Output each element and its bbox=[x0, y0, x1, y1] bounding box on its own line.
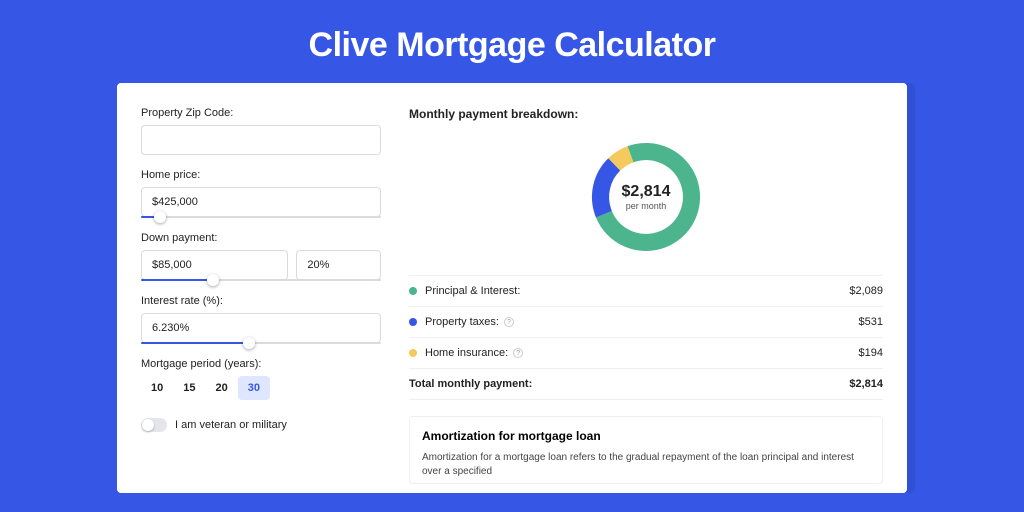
period-btn-10[interactable]: 10 bbox=[141, 376, 173, 400]
toggle-knob bbox=[142, 419, 154, 431]
down-payment-pct-input[interactable] bbox=[296, 250, 381, 280]
legend-total-value: $2,814 bbox=[849, 378, 883, 390]
zip-label: Property Zip Code: bbox=[141, 107, 381, 119]
legend-total-row: Total monthly payment: $2,814 bbox=[409, 369, 883, 400]
amortization-text: Amortization for a mortgage loan refers … bbox=[422, 451, 870, 479]
interest-field: Interest rate (%): bbox=[141, 295, 381, 344]
info-icon[interactable]: ? bbox=[504, 317, 514, 327]
interest-input[interactable] bbox=[141, 313, 381, 343]
donut-sub: per month bbox=[622, 201, 671, 211]
legend-row: Property taxes:? $531 bbox=[409, 307, 883, 338]
inputs-column: Property Zip Code: Home price: Down paym… bbox=[141, 107, 381, 483]
home-price-label: Home price: bbox=[141, 169, 381, 181]
donut-chart: $2,814 per month bbox=[409, 137, 883, 257]
down-payment-field: Down payment: bbox=[141, 232, 381, 281]
period-btn-15[interactable]: 15 bbox=[173, 376, 205, 400]
zip-input[interactable] bbox=[141, 125, 381, 155]
legend-total-label: Total monthly payment: bbox=[409, 378, 532, 390]
legend-row: Principal & Interest: $2,089 bbox=[409, 276, 883, 307]
legend-label: Principal & Interest: bbox=[425, 285, 520, 297]
down-payment-slider[interactable] bbox=[141, 279, 381, 281]
down-payment-label: Down payment: bbox=[141, 232, 381, 244]
legend-value: $2,089 bbox=[849, 285, 883, 297]
interest-label: Interest rate (%): bbox=[141, 295, 381, 307]
period-buttons: 10152030 bbox=[141, 376, 381, 400]
calculator-card: Property Zip Code: Home price: Down paym… bbox=[117, 83, 907, 493]
breakdown-title: Monthly payment breakdown: bbox=[409, 107, 883, 121]
legend-dot bbox=[409, 318, 417, 326]
legend-dot bbox=[409, 287, 417, 295]
veteran-toggle-row: I am veteran or military bbox=[141, 418, 381, 432]
legend-value: $531 bbox=[859, 316, 883, 328]
period-btn-20[interactable]: 20 bbox=[206, 376, 238, 400]
legend-value: $194 bbox=[859, 347, 883, 359]
info-icon[interactable]: ? bbox=[513, 348, 523, 358]
period-btn-30[interactable]: 30 bbox=[238, 376, 270, 400]
interest-slider[interactable] bbox=[141, 342, 381, 344]
legend-label: Property taxes: bbox=[425, 316, 499, 328]
legend-dot bbox=[409, 349, 417, 357]
period-field: Mortgage period (years): 10152030 bbox=[141, 358, 381, 400]
home-price-input[interactable] bbox=[141, 187, 381, 217]
veteran-toggle[interactable] bbox=[141, 418, 167, 432]
donut-value: $2,814 bbox=[622, 183, 671, 201]
legend-label: Home insurance: bbox=[425, 347, 508, 359]
zip-field: Property Zip Code: bbox=[141, 107, 381, 155]
amortization-title: Amortization for mortgage loan bbox=[422, 429, 870, 443]
home-price-slider[interactable] bbox=[141, 216, 381, 218]
home-price-field: Home price: bbox=[141, 169, 381, 218]
veteran-label: I am veteran or military bbox=[175, 419, 287, 431]
legend: Principal & Interest: $2,089 Property taxe… bbox=[409, 275, 883, 400]
page-title: Clive Mortgage Calculator bbox=[0, 0, 1024, 83]
legend-row: Home insurance:? $194 bbox=[409, 338, 883, 369]
breakdown-column: Monthly payment breakdown: $2,814 per mo… bbox=[409, 107, 883, 483]
amortization-box: Amortization for mortgage loan Amortizat… bbox=[409, 416, 883, 484]
period-label: Mortgage period (years): bbox=[141, 358, 381, 370]
